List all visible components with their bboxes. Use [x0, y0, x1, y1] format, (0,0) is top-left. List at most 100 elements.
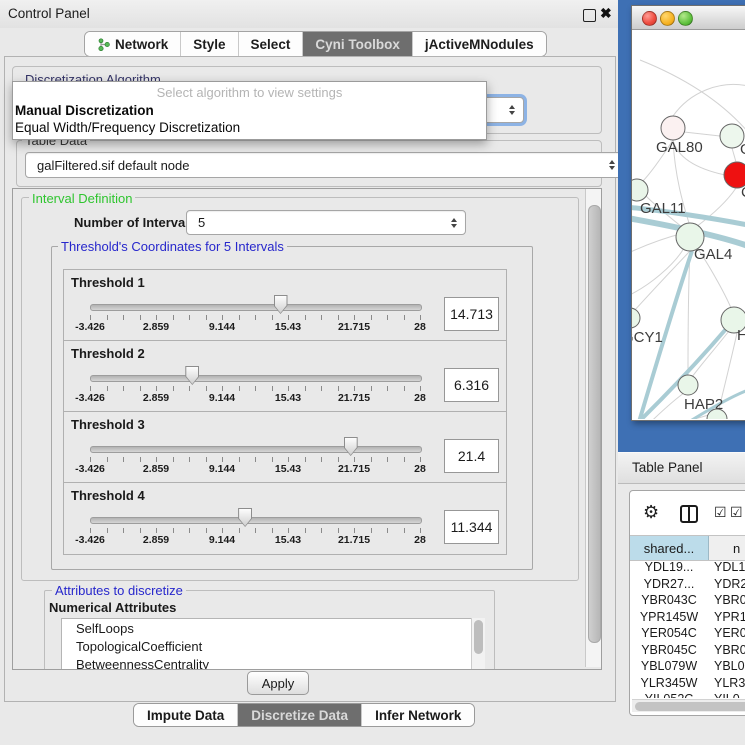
slider-tick	[206, 386, 207, 391]
tab-impute-data[interactable]: Impute Data	[134, 704, 238, 726]
traffic-light-minimize-icon[interactable]	[660, 11, 675, 26]
settings-vertical-scrollbar[interactable]	[585, 189, 601, 667]
tab-select[interactable]: Select	[239, 32, 304, 56]
slider-thumb[interactable]	[185, 366, 199, 385]
cell-name: YDL1	[708, 560, 745, 574]
table-row[interactable]: YDL19...YDL1	[630, 559, 745, 576]
slider-thumb[interactable]	[274, 295, 288, 314]
tab-label: jActiveMNodules	[425, 37, 534, 52]
slider-tick	[272, 457, 273, 462]
cell-name: YPR1	[708, 610, 745, 624]
slider-tick	[420, 528, 421, 533]
slider-tick	[123, 457, 124, 462]
slider-tick	[272, 315, 273, 320]
threshold-value-field[interactable]: 14.713	[444, 297, 499, 331]
apply-button[interactable]: Apply	[247, 671, 309, 695]
slider-tick	[239, 386, 240, 391]
slider-tick	[156, 386, 157, 391]
numerical-attributes-list[interactable]: SelfLoopsTopologicalCoefficientBetweenne…	[61, 618, 473, 670]
table-row[interactable]: YBR045CYBR0	[630, 642, 745, 659]
slider-track[interactable]	[90, 304, 422, 311]
algorithm-option-manual[interactable]: Manual Discretization	[15, 103, 154, 118]
table-horizontal-scrollbar[interactable]	[632, 699, 745, 712]
slider-scale-label: 21.715	[338, 321, 370, 333]
table-row[interactable]: YLR345WYLR3	[630, 675, 745, 692]
slider-track[interactable]	[90, 517, 422, 524]
threshold-value-field[interactable]: 11.344	[444, 510, 499, 544]
slider-thumb[interactable]	[238, 508, 252, 527]
table-data-combobox[interactable]: galFiltered.sif default node	[25, 152, 624, 178]
scrollbar-thumb[interactable]	[635, 702, 745, 711]
checkbox-icon[interactable]: ☑	[730, 504, 743, 521]
attribute-list-item[interactable]: BetweennessCentrality	[62, 655, 472, 670]
cell-shared-name: YIL052C	[630, 692, 708, 698]
slider-tick	[420, 386, 421, 391]
slider-tick	[123, 315, 124, 320]
network-node-gal80[interactable]	[661, 116, 685, 140]
cell-shared-name: YBL079W	[630, 659, 708, 673]
table-row[interactable]: YPR145WYPR1	[630, 609, 745, 626]
tab-cyni-toolbox[interactable]: Cyni Toolbox	[303, 32, 413, 56]
bottom-tabbar: Impute DataDiscretize DataInfer Network	[133, 703, 475, 727]
slider-tick	[107, 528, 108, 533]
slider-track[interactable]	[90, 375, 422, 382]
network-edge	[673, 84, 745, 116]
attribute-list-item[interactable]: TopologicalCoefficient	[62, 637, 472, 655]
traffic-light-close-icon[interactable]	[642, 11, 657, 26]
column-header-name[interactable]: n	[709, 536, 745, 560]
network-node-gcy1[interactable]	[632, 308, 640, 328]
network-canvas[interactable]: GAL80GACGAL11GAL4GCY1HAHAP2	[632, 29, 745, 419]
slider-tick	[123, 528, 124, 533]
slider-scale-label: 21.715	[338, 392, 370, 404]
slider-scale-label: 15.43	[275, 534, 301, 546]
checkbox-icon[interactable]: ☑	[714, 504, 727, 521]
slider-scale-label: 21.715	[338, 463, 370, 475]
column-header-shared-name[interactable]: shared...	[630, 536, 709, 560]
slider-tick	[239, 528, 240, 533]
network-node-hap2[interactable]	[678, 375, 698, 395]
attributes-list-scrollbar[interactable]	[471, 618, 485, 670]
tab-network[interactable]: Network	[85, 32, 181, 56]
slider-tick	[189, 386, 190, 391]
tab-discretize-data[interactable]: Discretize Data	[238, 704, 362, 726]
tab-infer-network[interactable]: Infer Network	[362, 704, 474, 726]
slider-track[interactable]	[90, 446, 422, 453]
tab-style[interactable]: Style	[181, 32, 238, 56]
number-of-intervals-combobox[interactable]: 5	[186, 210, 466, 235]
float-window-icon[interactable]	[583, 9, 596, 22]
table-row[interactable]: YBL079WYBL0	[630, 658, 745, 675]
threshold-value-field[interactable]: 6.316	[444, 368, 499, 402]
table-row[interactable]: YIL052CYIL0	[630, 691, 745, 698]
slider-scale-label: -3.426	[75, 534, 105, 546]
threshold-label: Threshold 2	[71, 346, 145, 361]
close-icon[interactable]: ✖	[600, 5, 612, 22]
number-of-intervals-label: Number of Intervals	[74, 215, 196, 230]
slider-tick	[305, 386, 306, 391]
slider-scale-label: -3.426	[75, 463, 105, 475]
table-panel-window: ⚙ ☑ ☑ shared... n YDL19...YDL1YDR27...YD…	[629, 490, 745, 716]
attribute-list-item[interactable]: SelfLoops	[62, 619, 472, 637]
table-row[interactable]: YBR043CYBR0	[630, 592, 745, 609]
slider-tick	[387, 315, 388, 320]
slider-tick	[255, 457, 256, 462]
slider-tick	[338, 386, 339, 391]
slider-tick	[189, 457, 190, 462]
table-row[interactable]: YDR27...YDR2	[630, 576, 745, 593]
slider-tick	[206, 528, 207, 533]
tab-jactivemnodules[interactable]: jActiveMNodules	[413, 32, 546, 56]
slider-scale-label: 15.43	[275, 392, 301, 404]
slider-tick	[354, 386, 355, 391]
algorithm-option-equal-width[interactable]: Equal Width/Frequency Discretization	[15, 120, 240, 135]
gear-icon[interactable]: ⚙	[643, 502, 659, 523]
traffic-light-zoom-icon[interactable]	[678, 11, 693, 26]
slider-thumb[interactable]	[344, 437, 358, 456]
threshold-value-field[interactable]: 21.4	[444, 439, 499, 473]
scrollbar-thumb[interactable]	[588, 205, 601, 643]
threshold-label: Threshold 3	[71, 417, 145, 432]
split-column-icon[interactable]	[680, 505, 698, 523]
slider-tick	[206, 457, 207, 462]
network-node-gal11[interactable]	[632, 179, 648, 201]
table-row[interactable]: YER054CYER0	[630, 625, 745, 642]
slider-tick	[404, 386, 405, 391]
cell-name: YBR0	[708, 593, 745, 607]
